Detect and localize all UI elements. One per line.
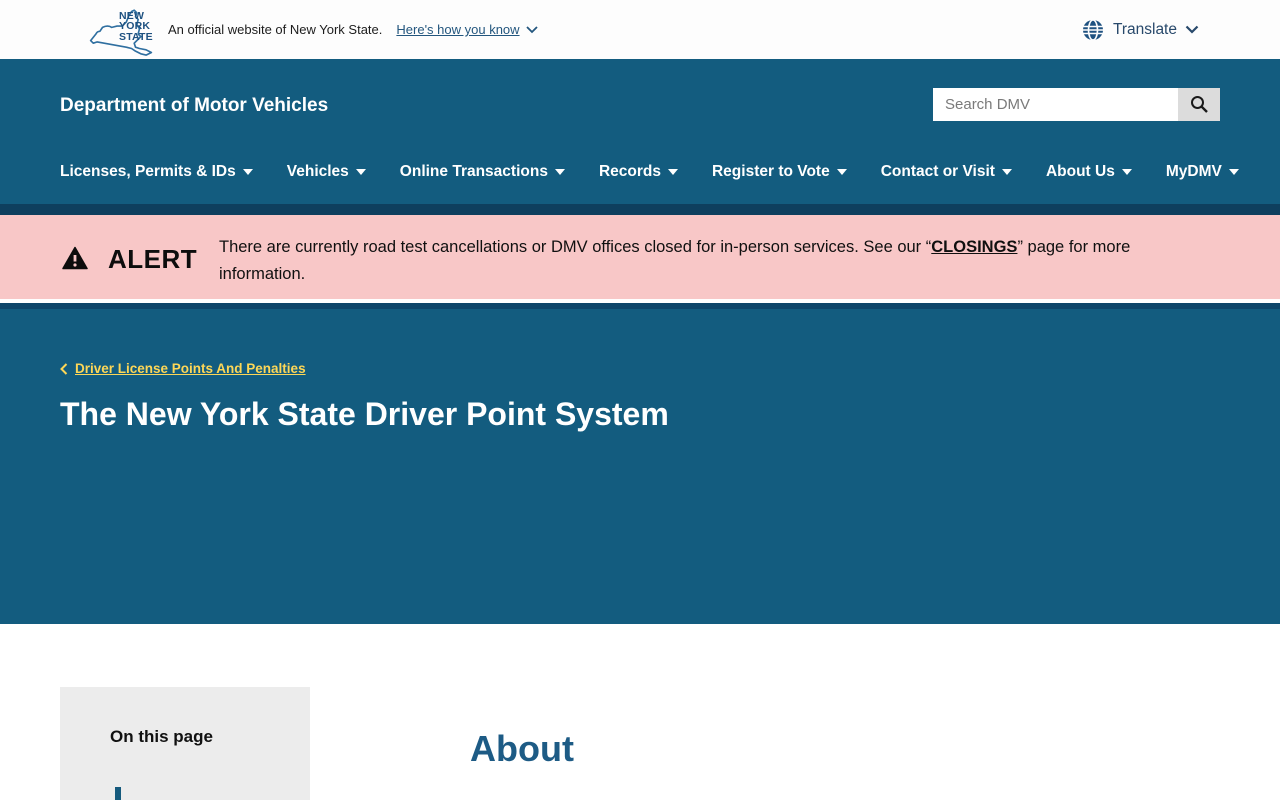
on-this-page-box: On this page <box>60 687 310 800</box>
nav-item-label: Register to Vote <box>711 163 830 180</box>
nav-item-records[interactable]: Records <box>599 163 678 181</box>
hero-section: Driver License Points And Penalties The … <box>0 303 1280 624</box>
alert-message: There are currently road test cancellati… <box>219 234 1216 288</box>
alert-banner: ALERT There are currently road test canc… <box>0 215 1280 299</box>
on-this-page-title: On this page <box>110 727 213 746</box>
search-button[interactable] <box>1178 88 1220 121</box>
alert-text-before: There are currently road test cancellati… <box>219 238 932 256</box>
nav-item-label: Online Transactions <box>399 163 548 180</box>
page-title: The New York State Driver Point System <box>60 395 669 432</box>
breadcrumb-back-link[interactable]: Driver License Points And Penalties <box>60 361 306 376</box>
alert-label: ALERT <box>108 244 198 274</box>
chevron-down-icon <box>1228 169 1239 175</box>
official-website-text: An official website of New York State. <box>168 22 383 37</box>
search-bar <box>933 88 1220 121</box>
nav-item-label: Records <box>598 163 661 180</box>
chevron-down-icon <box>355 169 366 175</box>
chevron-left-icon <box>60 362 68 375</box>
page-content: On this page About <box>0 624 1280 800</box>
nys-logo: NEW YORK STATE <box>88 6 154 58</box>
nav-item-register-to-vote[interactable]: Register to Vote <box>712 163 847 181</box>
translate-label: Translate <box>1112 20 1177 38</box>
nav-item-mydmv[interactable]: MyDMV <box>1166 163 1239 181</box>
logo-line: YORK <box>119 20 151 32</box>
chevron-down-icon <box>554 169 565 175</box>
nav-item-label: Vehicles <box>286 163 349 180</box>
nav-item-online-transactions[interactable]: Online Transactions <box>400 163 565 181</box>
logo-line: STATE <box>119 30 153 43</box>
chevron-down-icon <box>242 169 253 175</box>
nav-item-about-us[interactable]: About Us <box>1046 163 1132 181</box>
nav-item-licenses-permits-ids[interactable]: Licenses, Permits & IDs <box>60 163 253 181</box>
search-input[interactable] <box>933 88 1178 121</box>
search-icon <box>1190 96 1208 113</box>
nys-logo-text: NEW YORK STATE <box>119 10 153 43</box>
chevron-down-icon <box>1121 169 1132 175</box>
agency-title: Department of Motor Vehicles <box>60 95 329 116</box>
site-header: Department of Motor Vehicles Licenses, P… <box>0 59 1280 204</box>
heres-how-you-know-link[interactable]: Here's how you know <box>396 22 538 37</box>
nav-item-label: About Us <box>1045 163 1115 180</box>
utility-bar: NEW YORK STATE An official website of Ne… <box>0 0 1280 59</box>
chevron-down-icon <box>525 25 538 33</box>
main-nav: Licenses, Permits & IDs Vehicles Online … <box>60 163 1239 181</box>
nav-item-label: Contact or Visit <box>880 163 995 180</box>
chevron-down-icon <box>667 169 678 175</box>
active-item-indicator <box>115 787 121 800</box>
about-section-heading: About <box>470 728 574 769</box>
alert-top-border <box>0 204 1280 215</box>
nav-item-label: MyDMV <box>1165 163 1222 180</box>
globe-icon <box>1082 18 1103 41</box>
closings-link[interactable]: CLOSINGS <box>931 238 1017 256</box>
chevron-down-icon <box>836 169 847 175</box>
nav-item-label: Licenses, Permits & IDs <box>60 163 236 180</box>
translate-button[interactable]: Translate <box>1081 18 1199 42</box>
breadcrumb-label: Driver License Points And Penalties <box>75 361 306 376</box>
nav-item-contact-or-visit[interactable]: Contact or Visit <box>881 163 1012 181</box>
warning-triangle-icon <box>62 246 88 270</box>
chevron-down-icon <box>1185 25 1199 34</box>
heres-how-you-know-label: Here's how you know <box>396 22 520 37</box>
chevron-down-icon <box>1001 169 1012 175</box>
nav-item-vehicles[interactable]: Vehicles <box>287 163 366 181</box>
